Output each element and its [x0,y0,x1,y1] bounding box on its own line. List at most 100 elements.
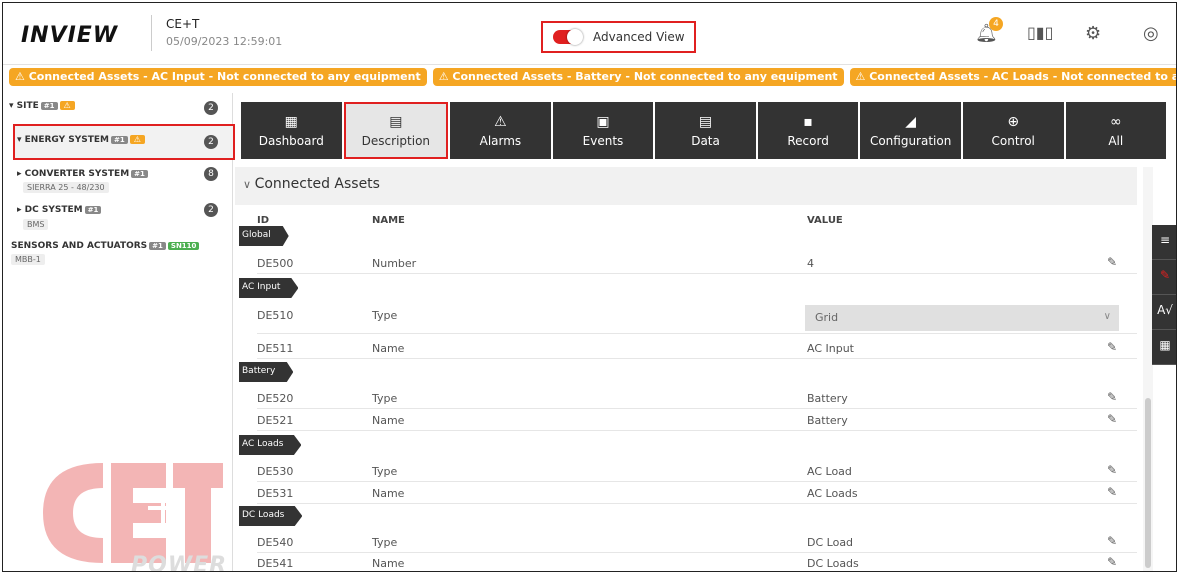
tag-badge: #1 [110,136,128,144]
table-row: DE541 Name DC Loads ✎ [257,552,1137,571]
tag-badge: #1 [131,170,148,178]
tree-item-energy-system-label[interactable]: ▾ ENERGY SYSTEM #1 ⚠ [17,135,145,145]
tag-badge: #1 [149,242,166,250]
configuration-icon: ◢ [905,113,917,130]
tree-item-converter-system[interactable]: ▸ CONVERTER SYSTEM #1 [17,169,148,179]
row-value: Battery [807,392,848,405]
tab-control[interactable]: ⊕ Control [962,102,1064,159]
tree-label: SENSORS AND ACTUATORS [11,241,148,251]
row-name: Name [372,487,405,500]
row-id: DE531 [257,487,294,500]
alert-chip[interactable]: ⚠ Connected Assets - Battery - Not conne… [432,68,844,86]
alert-chip[interactable]: ⚠ Connected Assets - AC Input - Not conn… [9,68,427,86]
row-id: DE540 [257,536,294,549]
tab-label: All [1108,133,1124,148]
alert-bar: ⚠ Connected Assets - AC Input - Not conn… [3,65,1176,89]
tree-item-site[interactable]: ▾ SITE #1 ⚠ [9,101,75,111]
row-name: Type [372,465,398,478]
tree-sublabel: SIERRA 25 - 48/230 [23,182,109,193]
count-badge: 2 [204,203,218,217]
bar-chart-icon[interactable]: ▯▮▯ [1027,23,1053,42]
tree-item-sensors-actuators[interactable]: SENSORS AND ACTUATORS #1 SN110 [11,241,200,251]
tab-record[interactable]: ▪ Record [757,102,859,159]
filter-icon[interactable]: ≡ [1152,225,1176,260]
select-value: Grid [815,311,839,324]
calendar-icon: ▣ [596,113,610,130]
record-icon: ▪ [803,113,813,130]
user-icon[interactable]: ◎ [1143,23,1159,44]
inview-logo[interactable]: INVIEW [21,23,118,48]
table-row: DE530 Type AC Load ✎ [257,460,1137,482]
document-icon: ▤ [389,113,403,130]
table-row: DE510 Type Grid ∨ [257,304,1137,334]
tab-configuration[interactable]: ◢ Configuration [860,102,961,159]
pencil-icon[interactable]: ✎ [1107,534,1117,548]
app-window: INVIEW CE+T 05/09/2023 12:59:01 Advanced… [2,2,1177,572]
asset-tree-sidebar: ▾ SITE #1 ⚠ 2 ▾ ENERGY SYSTEM #1 ⚠ 2 ▸ CONVE… [3,93,235,571]
alert-chip[interactable]: ⚠ Connected Assets - AC Loads - Not conn… [849,68,1176,86]
tree-label: ▾ SITE [9,101,39,111]
dashboard-icon: ▦ [284,113,298,130]
advanced-view-label: Advanced View [593,30,685,44]
tab-events[interactable]: ▣ Events [552,102,654,159]
top-header: INVIEW CE+T 05/09/2023 12:59:01 Advanced… [3,3,1176,65]
site-name: CE+T [166,17,200,31]
group-tag-dc-loads: DC Loads [239,506,303,526]
header-divider [151,15,152,51]
row-name: Name [372,342,405,355]
pencil-icon[interactable]: ✎ [1107,412,1117,426]
row-name: Name [372,414,405,427]
pencil-icon[interactable]: ✎ [1107,463,1117,477]
column-header-id: ID [257,215,270,226]
tree-item-dc-system[interactable]: ▸ DC SYSTEM #1 [17,205,102,215]
layout-icon[interactable]: ▦ [1152,330,1176,365]
pencil-icon[interactable]: ✎ [1107,485,1117,499]
tree-label: ▸ DC SYSTEM [17,205,83,215]
gear-icon[interactable]: ⚙ [1085,23,1101,44]
toggle-switch[interactable] [553,29,583,45]
type-select[interactable]: Grid ∨ [805,305,1119,331]
alarm-icon: ⚠ [494,113,507,130]
row-value: AC Loads [807,487,858,500]
tab-label: Dashboard [258,133,324,148]
row-name: Number [372,257,417,270]
count-badge: 2 [204,101,218,115]
tab-label: Configuration [869,133,952,148]
tab-dashboard[interactable]: ▦ Dashboard [241,102,342,159]
tab-all[interactable]: ∞ All [1065,102,1167,159]
row-id: DE511 [257,342,294,355]
section-header[interactable]: ∨ Connected Assets [235,167,1137,205]
site-datetime: 05/09/2023 12:59:01 [166,35,283,48]
row-id: DE541 [257,557,294,570]
row-id: DE500 [257,257,294,270]
tab-alarms[interactable]: ⚠ Alarms [450,102,551,159]
tree-label: ▸ CONVERTER SYSTEM [17,169,130,179]
chevron-down-icon: ∨ [243,178,255,191]
table-row: DE521 Name Battery ✎ [257,409,1137,431]
tab-label: Record [787,133,829,148]
advanced-view-toggle[interactable]: Advanced View [541,21,696,53]
count-badge: 2 [204,135,218,149]
pencil-icon[interactable]: ✎ [1107,340,1117,354]
group-tag-global: Global [239,226,289,246]
tab-data[interactable]: ▤ Data [655,102,756,159]
tree-sublabel: MBB-1 [11,254,45,265]
pencil-icon[interactable]: ✎ [1107,555,1117,569]
tab-label: Description [361,133,431,148]
scrollbar-thumb[interactable] [1145,398,1151,568]
tab-description[interactable]: ▤ Description [343,102,449,159]
notification-count: 4 [989,17,1003,31]
tag-badge: #1 [84,206,102,214]
row-value: AC Load [807,465,852,478]
table-row: DE531 Name AC Loads ✎ [257,482,1137,504]
row-id: DE521 [257,414,294,427]
pen-icon[interactable]: ✎ [1152,260,1176,295]
alarm-icon: ⚠ [59,101,75,110]
tab-label: Control [991,133,1035,148]
right-toolstrip: ≡ ✎ A√ ▦ [1152,225,1176,365]
pencil-icon[interactable]: ✎ [1107,390,1117,404]
row-value: Battery [807,414,848,427]
tree-label: ▾ ENERGY SYSTEM [17,135,109,145]
spellcheck-icon[interactable]: A√ [1152,295,1176,330]
pencil-icon[interactable]: ✎ [1107,255,1117,269]
